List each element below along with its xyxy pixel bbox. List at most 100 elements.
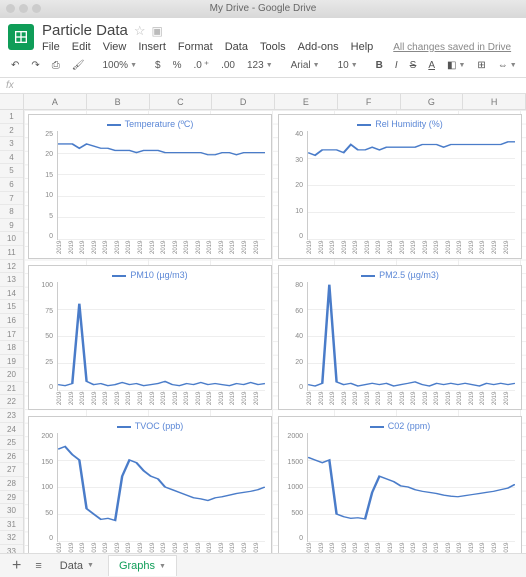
toolbar: ↶ ↷ ⎙ 🖌 100%▼ $ % .0⁺ .00 123▼ Arial▼ 10… [0, 53, 526, 78]
print-button[interactable]: ⎙ [49, 58, 63, 73]
chart-legend: TVOC (ppb) [33, 421, 267, 431]
row-header[interactable]: 21 [0, 382, 23, 396]
col-header[interactable]: E [275, 94, 338, 109]
save-status: All changes saved in Drive [393, 42, 511, 53]
italic-button[interactable]: I [392, 58, 401, 73]
row-header[interactable]: 5 [0, 164, 23, 178]
col-header[interactable]: F [338, 94, 401, 109]
col-header[interactable]: B [87, 94, 150, 109]
star-icon[interactable]: ☆ [134, 23, 146, 39]
row-header[interactable]: 11 [0, 246, 23, 260]
sheets-logo[interactable] [8, 24, 34, 50]
chart[interactable]: PM10 (µg/m3)10075502502019-0…2019-0…2019… [28, 265, 272, 410]
row-header[interactable]: 31 [0, 518, 23, 532]
row-header[interactable]: 14 [0, 287, 23, 301]
row-header[interactable]: 32 [0, 531, 23, 545]
col-header[interactable]: G [401, 94, 464, 109]
chart[interactable]: C02 (ppm)20001500100050002019-0…2019-0…2… [278, 416, 522, 561]
number-format-select[interactable]: 123▼ [244, 58, 276, 73]
row-header[interactable]: 17 [0, 328, 23, 342]
add-sheet-button[interactable]: + [6, 557, 27, 575]
row-header[interactable]: 8 [0, 205, 23, 219]
row-headers: 1234567891011121314151617181920212223242… [0, 110, 24, 564]
row-header[interactable]: 29 [0, 491, 23, 505]
chart-legend: Temperature (ºC) [33, 119, 267, 129]
row-header[interactable]: 15 [0, 300, 23, 314]
chart[interactable]: TVOC (ppb)2001501005002019-0…2019-0…2019… [28, 416, 272, 561]
tab-data[interactable]: Data▼ [50, 556, 104, 576]
row-header[interactable]: 19 [0, 355, 23, 369]
chart-y-axis: 2000150010005000 [283, 433, 305, 542]
row-header[interactable]: 3 [0, 137, 23, 151]
redo-button[interactable]: ↷ [28, 58, 42, 73]
zoom-select[interactable]: 100%▼ [99, 58, 140, 73]
borders-button[interactable]: ⊞ [474, 58, 488, 73]
chart[interactable]: Rel Humidity (%)4030201002019-0…2019-0…2… [278, 114, 522, 259]
chart-plot-area [57, 282, 265, 391]
row-header[interactable]: 4 [0, 151, 23, 165]
row-header[interactable]: 12 [0, 260, 23, 274]
window-title: My Drive - Google Drive [210, 3, 317, 14]
chart-plot-area [57, 433, 265, 542]
row-header[interactable]: 7 [0, 192, 23, 206]
row-header[interactable]: 23 [0, 409, 23, 423]
row-header[interactable]: 20 [0, 368, 23, 382]
strike-button[interactable]: S [407, 58, 420, 73]
folder-icon[interactable]: ▣ [152, 24, 163, 38]
increase-decimal-button[interactable]: .00 [218, 58, 238, 73]
paint-format-button[interactable]: 🖌 [69, 58, 88, 73]
row-header[interactable]: 27 [0, 463, 23, 477]
currency-button[interactable]: $ [152, 58, 164, 73]
decrease-decimal-button[interactable]: .0⁺ [190, 58, 212, 73]
spreadsheet-grid[interactable]: A B C D E F G H 123456789101112131415161… [0, 94, 526, 564]
row-header[interactable]: 22 [0, 395, 23, 409]
menu-tools[interactable]: Tools [260, 41, 286, 53]
font-size-select[interactable]: 10▼ [335, 58, 361, 73]
row-header[interactable]: 30 [0, 504, 23, 518]
chart-legend: PM10 (µg/m3) [33, 270, 267, 280]
undo-button[interactable]: ↶ [8, 58, 22, 73]
col-header[interactable]: A [24, 94, 87, 109]
row-header[interactable]: 25 [0, 436, 23, 450]
row-header[interactable]: 26 [0, 450, 23, 464]
tab-graphs[interactable]: Graphs▼ [108, 555, 177, 576]
row-header[interactable]: 2 [0, 124, 23, 138]
row-header[interactable]: 13 [0, 273, 23, 287]
row-header[interactable]: 16 [0, 314, 23, 328]
menu-format[interactable]: Format [178, 41, 213, 53]
menu-help[interactable]: Help [351, 41, 374, 53]
row-header[interactable]: 24 [0, 423, 23, 437]
percent-button[interactable]: % [170, 58, 185, 73]
all-sheets-button[interactable]: ≡ [31, 560, 45, 572]
row-header[interactable]: 18 [0, 341, 23, 355]
menu-addons[interactable]: Add-ons [298, 41, 339, 53]
merge-button[interactable]: ⇔▼ [495, 58, 520, 73]
window-titlebar: My Drive - Google Drive [0, 0, 526, 18]
row-header[interactable]: 6 [0, 178, 23, 192]
row-header[interactable]: 9 [0, 219, 23, 233]
doc-title[interactable]: Particle Data [42, 22, 128, 39]
menu-data[interactable]: Data [225, 41, 248, 53]
row-header[interactable]: 28 [0, 477, 23, 491]
menu-insert[interactable]: Insert [138, 41, 166, 53]
chart[interactable]: Temperature (ºC)25201510502019-0…2019-0…… [28, 114, 272, 259]
col-header[interactable]: H [463, 94, 526, 109]
menu-file[interactable]: File [42, 41, 60, 53]
row-header[interactable]: 1 [0, 110, 23, 124]
menu-edit[interactable]: Edit [72, 41, 91, 53]
column-headers: A B C D E F G H [0, 94, 526, 110]
font-select[interactable]: Arial▼ [288, 58, 323, 73]
chart-plot-area [307, 282, 515, 391]
window-controls[interactable] [6, 4, 41, 13]
fill-color-button[interactable]: ◧▼ [444, 58, 468, 73]
chart-legend: C02 (ppm) [283, 421, 517, 431]
menu-view[interactable]: View [103, 41, 127, 53]
col-header[interactable]: C [150, 94, 213, 109]
formula-input[interactable] [14, 80, 520, 91]
chart[interactable]: PM2.5 (µg/m3)8060402002019-0…2019-0…2019… [278, 265, 522, 410]
col-header[interactable]: D [212, 94, 275, 109]
app-header: Particle Data ☆ ▣ File Edit View Insert … [0, 18, 526, 53]
bold-button[interactable]: B [373, 58, 386, 73]
row-header[interactable]: 10 [0, 232, 23, 246]
text-color-button[interactable]: A [425, 58, 438, 73]
